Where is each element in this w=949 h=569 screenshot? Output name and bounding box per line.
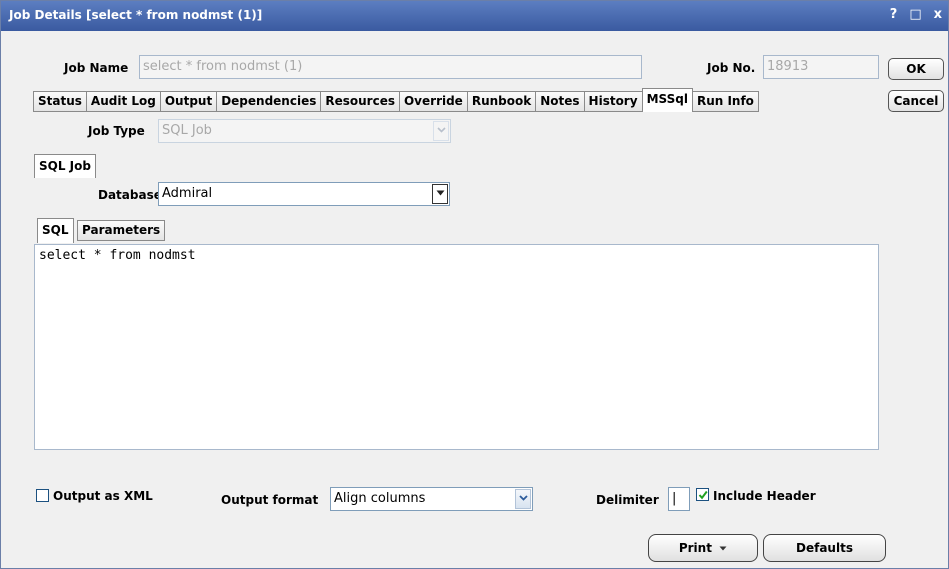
window-controls: ? □ x xyxy=(890,7,942,22)
delimiter-field[interactable]: | xyxy=(668,487,690,511)
job-type-select[interactable]: SQL Job xyxy=(158,119,451,143)
database-value: Admiral xyxy=(162,186,213,201)
job-details-window: Job Details [select * from nodmst (1)] ?… xyxy=(0,0,949,569)
tab-override[interactable]: Override xyxy=(398,91,468,112)
tab-sql-job[interactable]: SQL Job xyxy=(34,154,96,178)
chevron-down-icon xyxy=(436,190,445,196)
tab-output[interactable]: Output xyxy=(159,91,218,112)
output-format-select[interactable]: Align columns xyxy=(330,487,533,511)
output-format-value: Align columns xyxy=(334,491,426,506)
database-select[interactable]: Admiral xyxy=(158,182,450,206)
tab-status[interactable]: Status xyxy=(33,91,87,112)
print-button[interactable]: Print xyxy=(648,534,758,562)
tab-audit-log[interactable]: Audit Log xyxy=(85,91,161,112)
output-format-label: Output format xyxy=(221,493,319,507)
output-as-xml-checkbox[interactable] xyxy=(36,489,49,502)
database-dropdown-button[interactable] xyxy=(432,184,448,204)
tab-runbook[interactable]: Runbook xyxy=(466,91,537,112)
sql-editor[interactable]: select * from nodmst xyxy=(34,244,879,450)
defaults-button[interactable]: Defaults xyxy=(763,534,886,562)
tab-resources[interactable]: Resources xyxy=(320,91,400,112)
dropdown-arrow-icon xyxy=(719,546,727,551)
chevron-down-icon xyxy=(437,127,446,133)
title-bar[interactable]: Job Details [select * from nodmst (1)] ?… xyxy=(1,1,948,31)
job-no-label: Job No. xyxy=(707,61,756,75)
cancel-button[interactable]: Cancel xyxy=(888,90,944,112)
checkmark-icon xyxy=(698,490,708,500)
job-type-label: Job Type xyxy=(88,124,145,138)
tab-dependencies[interactable]: Dependencies xyxy=(216,91,322,112)
chevron-down-icon xyxy=(519,495,528,501)
job-name-field[interactable]: select * from nodmst (1) xyxy=(139,55,642,79)
tab-history[interactable]: History xyxy=(583,91,643,112)
output-as-xml-label: Output as XML xyxy=(53,489,153,503)
window-title: Job Details [select * from nodmst (1)] xyxy=(9,8,263,22)
job-type-dropdown-button[interactable] xyxy=(433,121,449,141)
tab-bar: Status Audit Log Output Dependencies Res… xyxy=(33,88,759,113)
close-icon[interactable]: x xyxy=(934,7,942,22)
delimiter-label: Delimiter xyxy=(596,493,659,507)
tab-run-info[interactable]: Run Info xyxy=(691,91,759,112)
tab-sql[interactable]: SQL xyxy=(37,218,74,243)
ok-button[interactable]: OK xyxy=(888,58,944,80)
job-type-value: SQL Job xyxy=(162,123,212,138)
tab-parameters[interactable]: Parameters xyxy=(77,220,166,241)
job-no-field[interactable]: 18913 xyxy=(763,55,879,79)
job-name-label: Job Name xyxy=(64,61,129,75)
tab-mssql[interactable]: MSSql xyxy=(641,88,693,112)
maximize-icon[interactable]: □ xyxy=(909,7,921,22)
database-label: Database xyxy=(98,188,162,202)
tab-notes[interactable]: Notes xyxy=(535,91,585,112)
include-header-checkbox[interactable] xyxy=(696,488,709,501)
include-header-label: Include Header xyxy=(713,489,816,503)
output-format-dropdown-button[interactable] xyxy=(515,489,531,509)
print-button-label: Print xyxy=(678,541,712,555)
help-icon[interactable]: ? xyxy=(890,7,898,22)
